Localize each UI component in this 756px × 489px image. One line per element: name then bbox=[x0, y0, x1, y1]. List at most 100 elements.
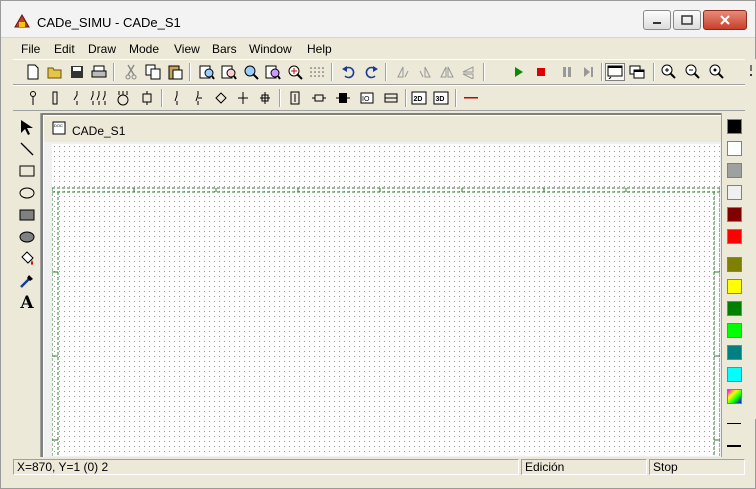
view-3d-label: 3D bbox=[436, 96, 445, 103]
coil-icon bbox=[336, 93, 350, 103]
mirror-v-button[interactable] bbox=[459, 63, 479, 81]
toolbar-separator bbox=[113, 63, 115, 81]
zoom-fit-icon bbox=[199, 65, 215, 80]
maximize-button[interactable] bbox=[673, 10, 701, 30]
zoom-fit-button[interactable] bbox=[197, 63, 217, 81]
zoom-page-button[interactable] bbox=[241, 63, 261, 81]
pushbutton-tool[interactable] bbox=[45, 89, 65, 107]
document-icon: DOC bbox=[52, 121, 66, 135]
simulate-stop-button[interactable] bbox=[531, 63, 551, 81]
cross-tool[interactable] bbox=[233, 89, 253, 107]
close-button[interactable] bbox=[703, 10, 747, 30]
menu-help[interactable]: Help bbox=[307, 42, 332, 56]
color-swatch-light-gray[interactable] bbox=[727, 185, 742, 200]
mirror-h-button[interactable] bbox=[437, 63, 457, 81]
filled-rectangle-tool[interactable] bbox=[17, 205, 37, 225]
minimize-button[interactable] bbox=[643, 10, 671, 30]
zoom-normal-button[interactable] bbox=[707, 63, 727, 81]
menu-mode[interactable]: Mode bbox=[129, 42, 159, 56]
menu-file[interactable]: File bbox=[21, 42, 40, 56]
view-2d-button[interactable]: 2D bbox=[409, 89, 429, 107]
simulate-pause-button[interactable] bbox=[557, 63, 577, 81]
filled-ellipse-tool[interactable] bbox=[17, 227, 37, 247]
color-swatch-teal[interactable] bbox=[727, 345, 742, 360]
toolbar-separator bbox=[405, 89, 407, 107]
color-swatch-white[interactable] bbox=[727, 141, 742, 156]
print-button[interactable] bbox=[89, 63, 109, 81]
open-button[interactable] bbox=[45, 63, 65, 81]
menu-draw[interactable]: Draw bbox=[88, 42, 116, 56]
title-bar[interactable]: CADe_SIMU - CADe_S1 bbox=[1, 1, 755, 38]
switch-nc-icon bbox=[195, 91, 202, 105]
thermal-tool[interactable] bbox=[89, 89, 109, 107]
save-button[interactable] bbox=[67, 63, 87, 81]
windows-view-button[interactable] bbox=[627, 63, 647, 81]
color-swatch-cyan[interactable] bbox=[727, 367, 742, 382]
maximize-icon bbox=[681, 15, 693, 25]
fuse-icon bbox=[30, 91, 36, 105]
zoom-in-button[interactable] bbox=[659, 63, 679, 81]
rotate-left-button[interactable] bbox=[393, 63, 413, 81]
simulate-step-button[interactable] bbox=[579, 63, 599, 81]
menu-view[interactable]: View bbox=[174, 42, 200, 56]
zoom-out-button[interactable] bbox=[683, 63, 703, 81]
rotate-right-button[interactable] bbox=[415, 63, 435, 81]
zoom-in-icon bbox=[661, 64, 676, 79]
coil-tool[interactable] bbox=[333, 89, 353, 107]
redo-button[interactable] bbox=[361, 63, 381, 81]
diamond-tool[interactable] bbox=[211, 89, 231, 107]
timer-tool[interactable] bbox=[285, 89, 305, 107]
pan-button[interactable] bbox=[285, 63, 305, 81]
document-window[interactable]: DOC CADe_S1 bbox=[43, 115, 721, 457]
new-file-button[interactable] bbox=[23, 63, 43, 81]
components-toolbar: IO 2D 3D bbox=[13, 85, 745, 111]
window-icon bbox=[607, 65, 623, 79]
eyedropper-tool[interactable] bbox=[17, 271, 37, 291]
line-tool[interactable] bbox=[17, 139, 37, 159]
relay-tool[interactable] bbox=[137, 89, 157, 107]
grid-button[interactable] bbox=[307, 63, 327, 81]
switch-nc-tool[interactable] bbox=[189, 89, 209, 107]
view-3d-button[interactable]: 3D bbox=[431, 89, 451, 107]
undo-button[interactable] bbox=[339, 63, 359, 81]
simulate-play-button[interactable] bbox=[509, 63, 529, 81]
fuse-tool[interactable] bbox=[23, 89, 43, 107]
line-thick-option[interactable] bbox=[727, 445, 741, 447]
ellipse-tool[interactable] bbox=[17, 183, 37, 203]
zoom-area-button[interactable] bbox=[219, 63, 239, 81]
rectangle-tool[interactable] bbox=[17, 161, 37, 181]
color-swatch-yellow[interactable] bbox=[727, 279, 742, 294]
switch-tool[interactable] bbox=[167, 89, 187, 107]
copy-button[interactable] bbox=[143, 63, 163, 81]
contact-tool[interactable] bbox=[67, 89, 87, 107]
window-view-button[interactable] bbox=[605, 63, 625, 81]
fill-tool[interactable] bbox=[17, 249, 37, 269]
zoom-window-button[interactable] bbox=[263, 63, 283, 81]
color-swatch-black[interactable] bbox=[727, 119, 742, 134]
text-tool[interactable]: A bbox=[17, 293, 37, 313]
menu-edit[interactable]: Edit bbox=[54, 42, 75, 56]
resistor-tool[interactable] bbox=[309, 89, 329, 107]
select-tool[interactable] bbox=[17, 117, 37, 137]
drawing-canvas[interactable] bbox=[52, 144, 720, 456]
color-swatch-gray[interactable] bbox=[727, 163, 742, 178]
cut-button[interactable] bbox=[121, 63, 141, 81]
color-swatch-green[interactable] bbox=[727, 301, 742, 316]
document-title-bar[interactable]: DOC CADe_S1 bbox=[44, 116, 721, 142]
color-swatch-maroon[interactable] bbox=[727, 207, 742, 222]
color-swatch-lime[interactable] bbox=[727, 323, 742, 338]
menu-window[interactable]: Window bbox=[249, 42, 292, 56]
terminal-tool[interactable] bbox=[381, 89, 401, 107]
line-thin-option[interactable] bbox=[727, 423, 741, 424]
menu-bars[interactable]: Bars bbox=[212, 42, 237, 56]
cross2-tool[interactable] bbox=[255, 89, 275, 107]
motor-tool[interactable] bbox=[113, 89, 133, 107]
color-swatch-red[interactable] bbox=[727, 229, 742, 244]
paste-button[interactable] bbox=[165, 63, 185, 81]
more-tools-icon bbox=[750, 65, 752, 76]
wire-tool[interactable] bbox=[461, 89, 481, 107]
io-tool[interactable]: IO bbox=[357, 89, 377, 107]
switch-icon bbox=[174, 91, 178, 105]
color-swatch-custom[interactable] bbox=[727, 389, 742, 404]
color-swatch-olive[interactable] bbox=[727, 257, 742, 272]
